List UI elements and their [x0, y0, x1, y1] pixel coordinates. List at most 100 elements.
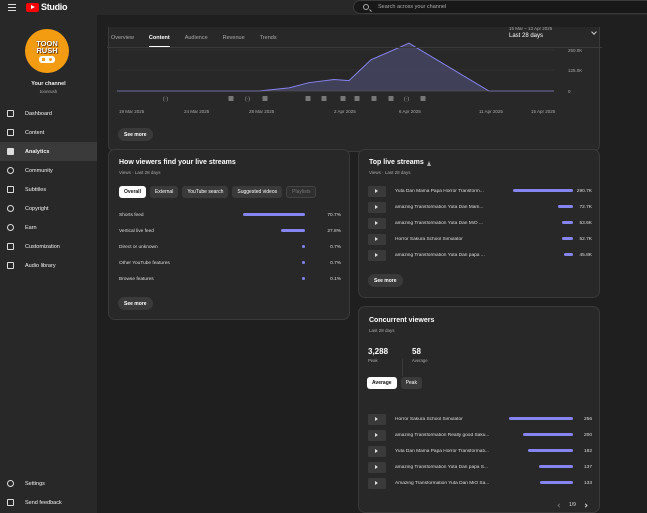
- area-fill: [117, 43, 554, 91]
- video-value: 290.7K: [576, 188, 592, 194]
- traffic-source-label: Other YouTube features: [119, 260, 170, 266]
- sidebar-item-subtitles[interactable]: Subtitles: [0, 180, 97, 199]
- pill-average[interactable]: Average: [367, 377, 397, 389]
- sidebar-item-community[interactable]: Community: [0, 161, 97, 180]
- pill-youtube-search[interactable]: YouTube search: [182, 186, 229, 198]
- video-title: amazing Transformation Yuta Dan papa ...: [395, 252, 485, 258]
- video-value: 256: [583, 416, 592, 422]
- traffic-source-value: 0.1%: [330, 276, 341, 282]
- sidebar-item-label: Customization: [25, 243, 60, 250]
- video-thumbnail: [368, 461, 386, 473]
- search-bar[interactable]: Search across your channel: [353, 0, 647, 14]
- analytics-icon: [7, 148, 14, 155]
- avatar-text-line2: RUSH: [36, 45, 58, 55]
- tab-audience[interactable]: Audience: [185, 35, 208, 44]
- event-marker: [305, 96, 311, 101]
- page-indicator: 1/9: [569, 502, 576, 508]
- see-more-button[interactable]: See more: [118, 297, 153, 310]
- list-item[interactable]: Yuta Dan Mama Papa Horror Transformati..…: [368, 445, 592, 457]
- sidebar-item-label: Settings: [25, 480, 45, 487]
- chevron-right-icon[interactable]: [583, 502, 588, 508]
- search-input[interactable]: Search across your channel: [378, 4, 446, 10]
- tab-content[interactable]: Content: [148, 35, 170, 47]
- x-tick-label: 6 Apr 2025: [399, 109, 421, 114]
- sidebar-item-customization[interactable]: Customization: [0, 237, 97, 256]
- list-item[interactable]: amazing Transformation Yuta Dan Mam... 72…: [368, 201, 592, 213]
- video-value: 53.6K: [579, 220, 592, 226]
- event-marker: [340, 96, 346, 101]
- main-content: 250.0K 125.0K 0 (·) (·) (·) 19 Mar 2025 24 Mar …: [97, 15, 647, 513]
- pill-suggested-videos[interactable]: Suggested videos: [232, 186, 283, 198]
- sidebar-item-label: Analytics: [25, 148, 50, 155]
- channel-avatar[interactable]: TOON RUSH: [25, 29, 69, 73]
- video-thumbnail: [368, 217, 386, 229]
- date-range-picker[interactable]: 15 Mar – 13 Apr 2025 Last 28 days: [509, 26, 552, 39]
- video-title: amazing Transformation Yuta Dan papa S..…: [395, 464, 488, 470]
- sidebar-item-earn[interactable]: Earn: [0, 218, 97, 237]
- sidebar-item-label: Subtitles: [25, 186, 47, 193]
- tab-trends[interactable]: Trends: [260, 35, 277, 44]
- traffic-source-bar: [280, 229, 305, 232]
- video-value: 200: [583, 432, 592, 438]
- sidebar-item-audio-library[interactable]: Audio library: [0, 256, 97, 275]
- traffic-source-row: Direct or unknown 0.7%: [119, 242, 341, 252]
- value-bar: [563, 253, 573, 256]
- video-title: Horror Sakura School Simulator: [395, 236, 463, 242]
- event-marker: (·): [163, 97, 168, 103]
- traffic-source-label: Direct or unknown: [119, 244, 158, 250]
- list-item[interactable]: amazing Transformation Really good Saku.…: [368, 429, 592, 441]
- traffic-source-bar: [243, 213, 305, 216]
- see-more-button[interactable]: See more: [368, 274, 403, 287]
- value-bar: [558, 205, 573, 208]
- event-marker: [388, 96, 394, 101]
- average-label: Average: [412, 358, 428, 363]
- sidebar-item-label: Community: [25, 167, 53, 174]
- sidebar-item-label: Earn: [25, 224, 37, 231]
- list-item[interactable]: amazing Transformation Yuta Dan papa ...…: [368, 249, 592, 261]
- list-item[interactable]: Horror Sakura School Simulator 52.7K: [368, 233, 592, 245]
- traffic-source-label: Vertical live feed: [119, 228, 154, 234]
- copyright-icon: [7, 205, 14, 212]
- sidebar-item-content[interactable]: Content: [0, 123, 97, 142]
- event-marker: (·): [404, 97, 409, 103]
- video-title: Amazing Transformation Yuta Dan MiO Sa..…: [395, 480, 490, 486]
- event-marker: [354, 96, 360, 101]
- sidebar-item-analytics[interactable]: Analytics: [0, 142, 97, 161]
- dashboard-icon: [7, 110, 14, 117]
- traffic-source-row: Other YouTube features 0.7%: [119, 258, 341, 268]
- list-item[interactable]: amazing Transformation Yuta Dan papa S..…: [368, 461, 592, 473]
- traffic-source-bar: [302, 277, 305, 280]
- video-title: amazing Transformation Really good Saku.…: [395, 432, 490, 438]
- list-item[interactable]: amazing Transformation Yuta Dan MiO ... 5…: [368, 217, 592, 229]
- hamburger-menu-icon[interactable]: [8, 4, 16, 11]
- pill-peak[interactable]: Peak: [400, 377, 422, 389]
- logo-text: Studio: [41, 2, 68, 12]
- sidebar-item-send-feedback[interactable]: Send feedback: [0, 493, 97, 512]
- pill-playlists[interactable]: Playlists: [286, 186, 317, 198]
- peak-label: Peak: [368, 358, 378, 363]
- sidebar-item-settings[interactable]: Settings: [0, 474, 97, 493]
- top-bar: Studio Search across your channel: [0, 0, 647, 15]
- list-item[interactable]: Yuta Dan Mama Papa Horror Transform... 29…: [368, 185, 592, 197]
- pill-overall[interactable]: Overall: [119, 186, 146, 198]
- sidebar-item-copyright[interactable]: Copyright: [0, 199, 97, 218]
- value-bar: [539, 481, 573, 484]
- card-title: How viewers find your live streams: [119, 159, 236, 166]
- list-item[interactable]: Amazing Transformation Yuta Dan MiO Sa..…: [368, 477, 592, 489]
- pill-external[interactable]: External: [149, 186, 179, 198]
- sidebar-item-dashboard[interactable]: Dashboard: [0, 104, 97, 123]
- sidebar-item-label: Content: [25, 129, 45, 136]
- traffic-source-label: Shorts feed: [119, 212, 144, 218]
- warning-icon[interactable]: [427, 161, 431, 166]
- tab-overview[interactable]: Overview: [111, 35, 134, 44]
- see-more-button[interactable]: See more: [118, 128, 153, 141]
- traffic-source-bar-track: [239, 261, 319, 265]
- list-item[interactable]: Horror Sakura School Simulator 256: [368, 413, 592, 425]
- chevron-left-icon[interactable]: [557, 502, 562, 508]
- views-chart: 250.0K 125.0K 0 (·) (·) (·) 19 Mar 2025 24 Mar …: [117, 42, 582, 114]
- feedback-icon: [7, 499, 14, 506]
- studio-logo[interactable]: Studio: [26, 2, 68, 12]
- traffic-source-value: 27.8%: [327, 228, 341, 234]
- tab-revenue[interactable]: Revenue: [223, 35, 245, 44]
- x-tick-label: 19 Mar 2025: [119, 109, 145, 114]
